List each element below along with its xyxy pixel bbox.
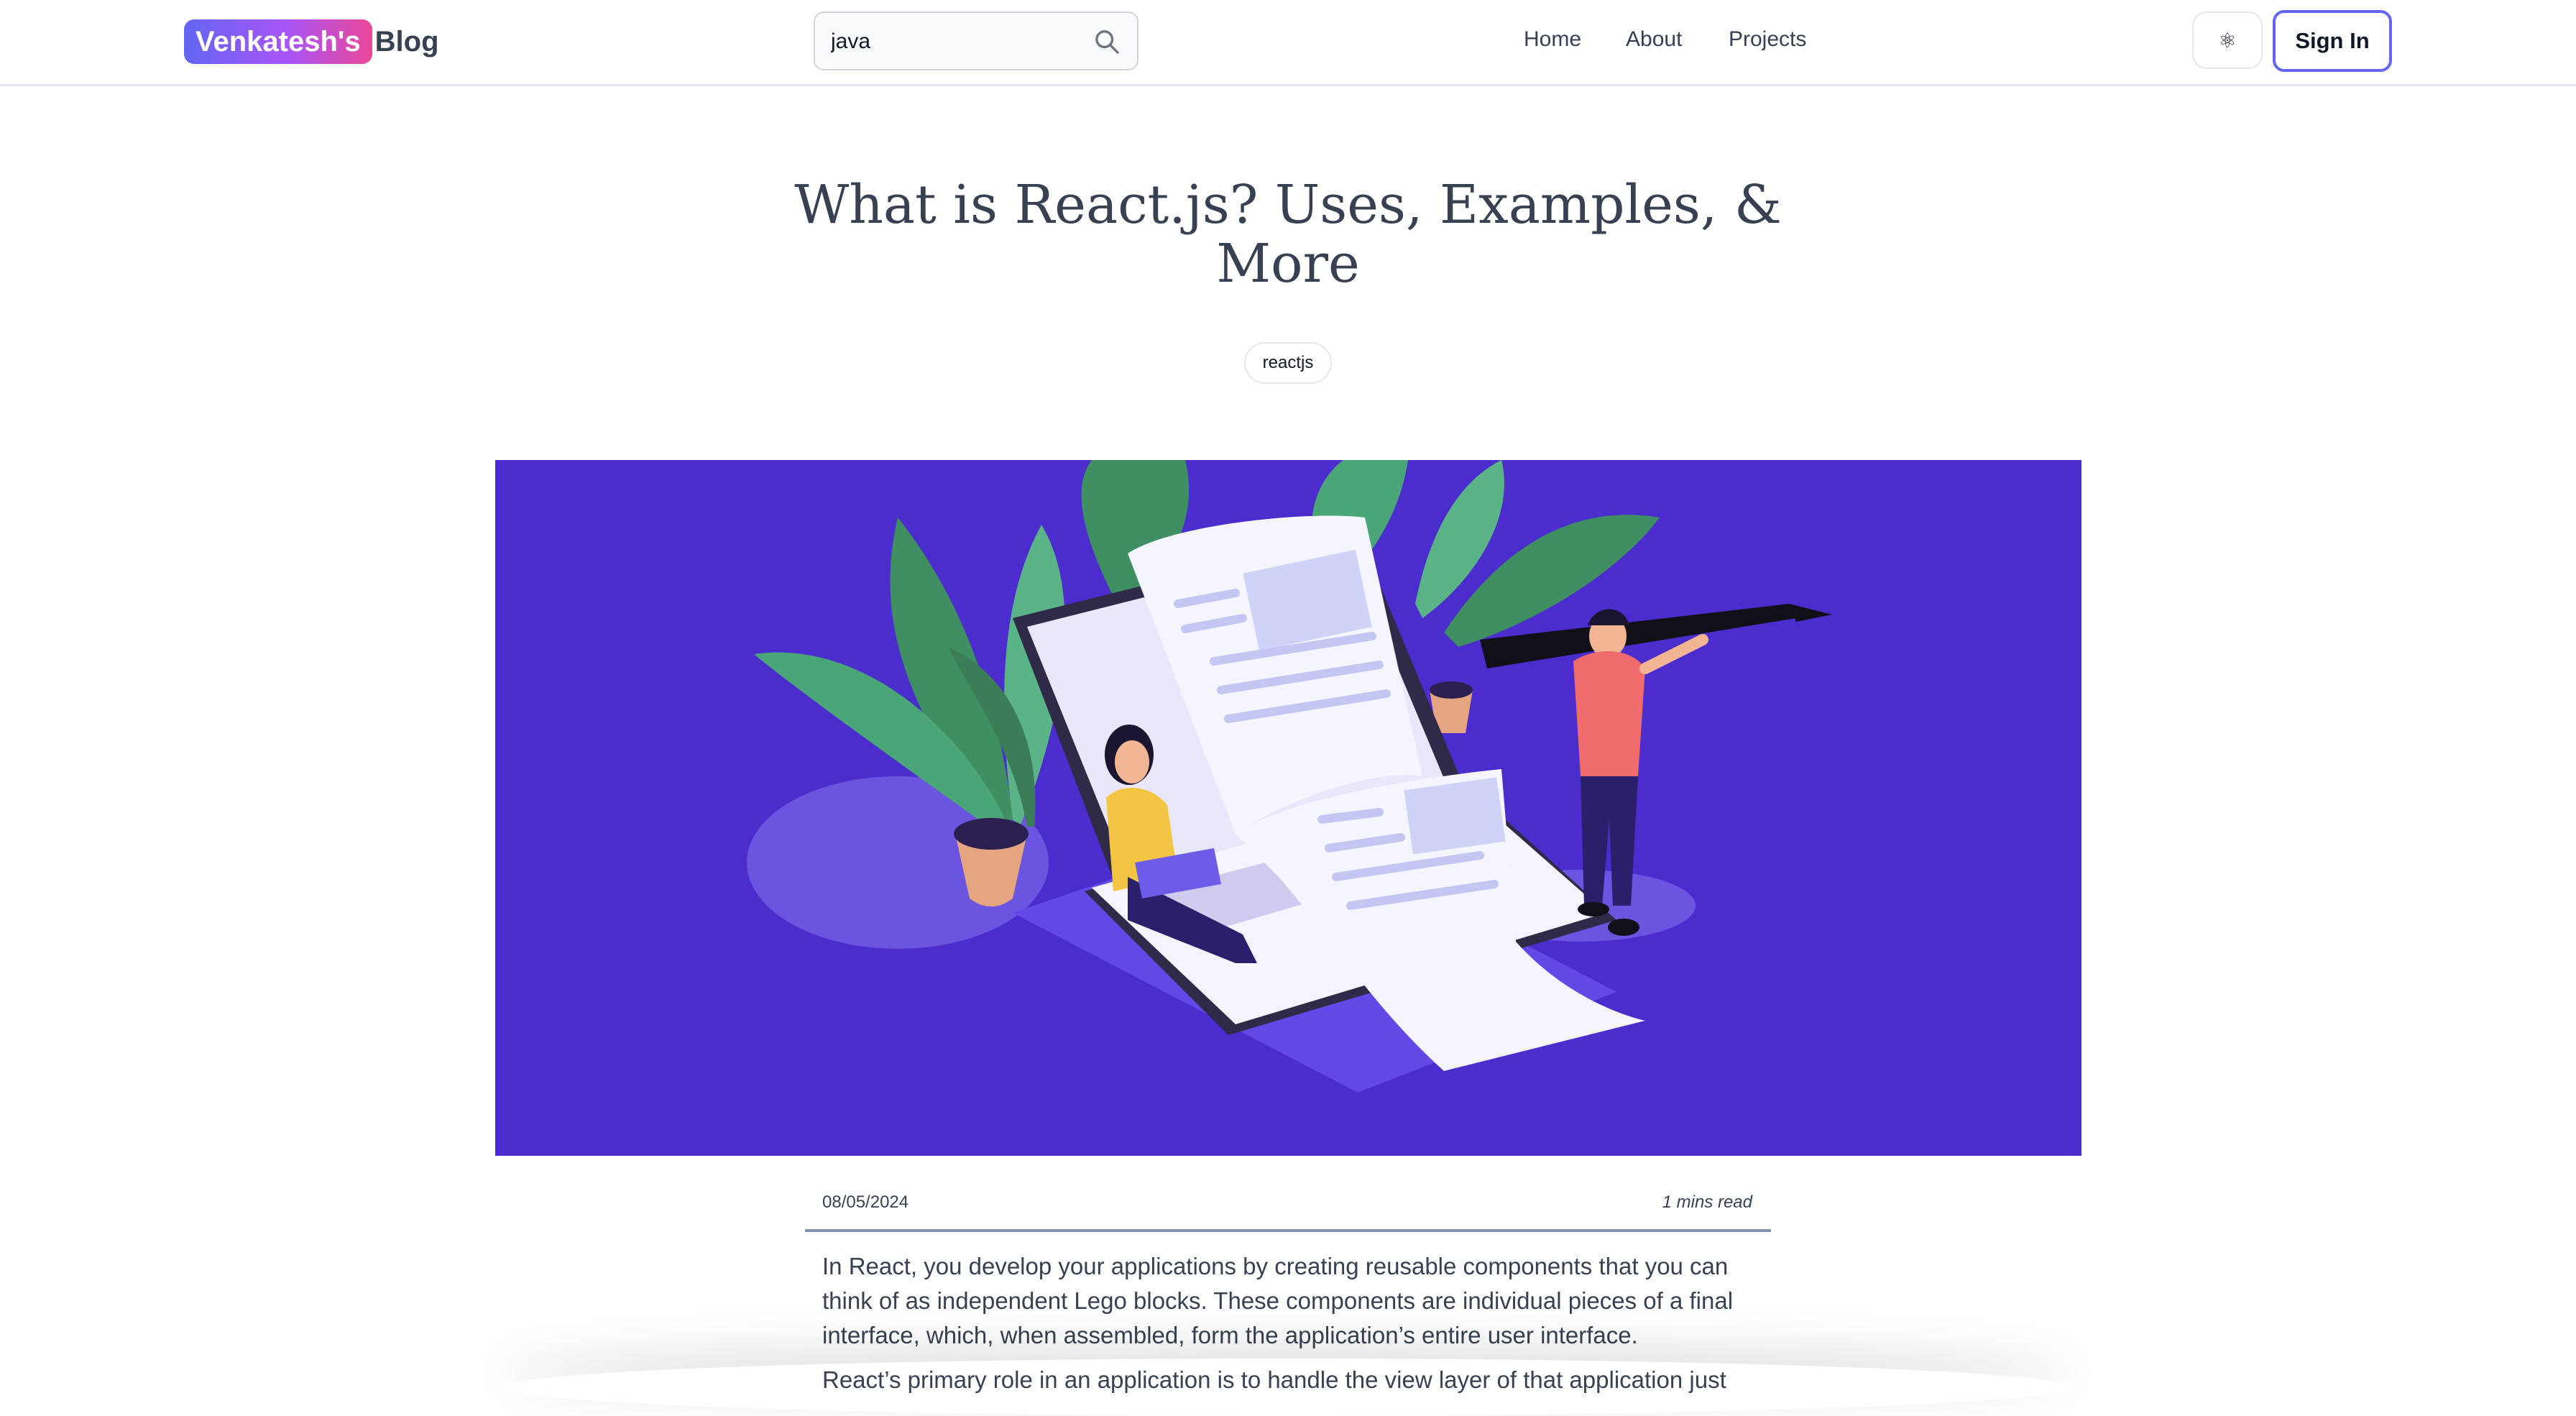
nav-about[interactable]: About <box>1626 27 1682 52</box>
site-logo[interactable]: Venkatesh's Blog <box>184 19 439 65</box>
react-atom-icon: ⚛ <box>2218 29 2237 52</box>
nav-projects[interactable]: Projects <box>1729 27 1806 52</box>
theme-toggle-button[interactable]: ⚛ <box>2192 12 2263 69</box>
post-title: What is React.js? Uses, Examples, & More <box>794 174 1782 295</box>
search-input[interactable] <box>829 13 1077 70</box>
sign-in-button[interactable]: Sign In <box>2273 10 2392 72</box>
nav-home[interactable]: Home <box>1524 27 1581 52</box>
tag-badge[interactable]: reactjs <box>1244 342 1332 384</box>
paragraph: In React, you develop your applications … <box>822 1253 1734 1348</box>
logo-badge[interactable]: Venkatesh's <box>184 19 372 64</box>
meta-divider <box>805 1229 1771 1232</box>
paragraph: React’s primary role in an application i… <box>822 1366 1726 1393</box>
hero-illustration <box>495 460 2082 1156</box>
read-time: 1 mins read <box>1662 1192 1752 1212</box>
site-header: Venkatesh's Blog Home About Projects ⚛ S… <box>0 0 2576 86</box>
post-body: In React, you develop your applications … <box>822 1249 1771 1407</box>
logo-text[interactable]: Blog <box>375 26 439 58</box>
search-box[interactable] <box>814 12 1138 70</box>
post-date: 08/05/2024 <box>822 1192 909 1212</box>
hero-illustration-svg <box>747 460 1832 1093</box>
search-icon[interactable] <box>1092 27 1121 56</box>
